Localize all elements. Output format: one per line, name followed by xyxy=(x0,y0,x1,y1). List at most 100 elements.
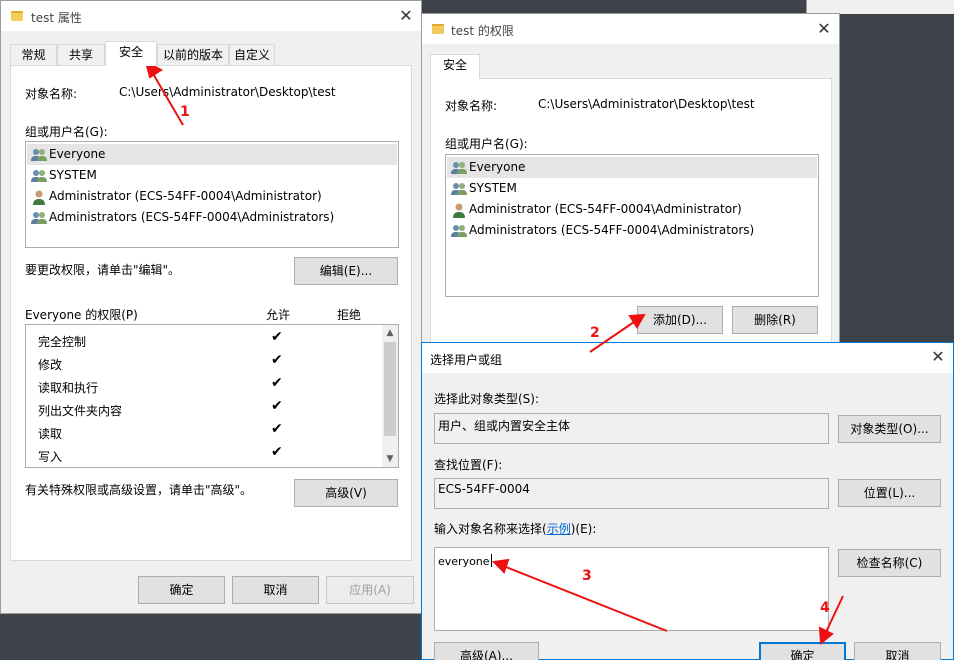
tab-sharing[interactable]: 共享 xyxy=(57,44,105,66)
annotation-number: 1 xyxy=(180,104,190,120)
properties-titlebar: test 属性 ✕ xyxy=(1,1,421,31)
check-icon: ✔ xyxy=(271,421,283,437)
deny-header: 拒绝 xyxy=(337,308,362,322)
user-list[interactable]: Everyone SYSTEM Administrator (ECS-54FF-… xyxy=(445,154,819,297)
close-icon[interactable]: ✕ xyxy=(931,349,945,365)
object-name-label: 对象名称: xyxy=(25,87,78,101)
permissions-list[interactable]: 完全控制 修改 读取和执行 列出文件夹内容 读取 写入 ✔ ✔ ✔ ✔ ✔ ✔ … xyxy=(25,324,399,468)
perms-security-panel: 对象名称: C:\Users\Administrator\Desktop\tes… xyxy=(430,78,832,348)
user-name: Administrators (ECS-54FF-0004\Administra… xyxy=(469,223,755,237)
object-name-value: C:\Users\Administrator\Desktop\test xyxy=(119,85,336,99)
list-item[interactable]: Administrators (ECS-54FF-0004\Administra… xyxy=(447,220,817,241)
users-group-icon xyxy=(31,149,47,161)
folder-icon xyxy=(11,11,23,21)
object-types-button[interactable]: 对象类型(O)... xyxy=(838,415,941,443)
group-label: 组或用户名(G): xyxy=(25,125,108,139)
users-group-icon xyxy=(451,162,467,174)
tab-custom[interactable]: 自定义 xyxy=(229,44,275,66)
list-item[interactable]: SYSTEM xyxy=(447,178,817,199)
user-name: Everyone xyxy=(469,160,526,174)
folder-icon xyxy=(432,24,444,34)
object-names-textarea[interactable]: everyone xyxy=(434,547,829,631)
select-titlebar: 选择用户或组 ✕ xyxy=(422,343,953,373)
user-name: Administrator (ECS-54FF-0004\Administrat… xyxy=(469,202,742,216)
select-users-dialog: 选择用户或组 ✕ 选择此对象类型(S): 用户、组或内置安全主体 对象类型(O)… xyxy=(421,342,954,660)
object-name-label: 对象名称: xyxy=(445,99,498,113)
tab-security[interactable]: 安全 xyxy=(430,54,480,79)
list-item[interactable]: Administrator (ECS-54FF-0004\Administrat… xyxy=(27,186,397,207)
permissions-titlebar: test 的权限 ✕ xyxy=(422,14,839,44)
object-names-label: 输入对象名称来选择(示例)(E): xyxy=(434,520,596,537)
users-group-icon xyxy=(451,225,467,237)
group-label: 组或用户名(G): xyxy=(445,137,528,151)
object-names-value: everyone xyxy=(438,555,490,568)
apply-button: 应用(A) xyxy=(326,576,414,604)
object-type-label: 选择此对象类型(S): xyxy=(434,392,540,406)
annotation-number: 2 xyxy=(590,325,600,341)
window-title: test 属性 xyxy=(31,11,82,25)
users-group-icon xyxy=(31,170,47,182)
dialog-title: 选择用户或组 xyxy=(430,353,503,367)
check-icon: ✔ xyxy=(271,375,283,391)
edit-hint: 要更改权限，请单击"编辑"。 xyxy=(25,263,181,277)
list-item[interactable]: Everyone xyxy=(447,157,817,178)
ok-button[interactable]: 确定 xyxy=(138,576,225,604)
permission-name: 列出文件夹内容 xyxy=(38,404,123,418)
location-label: 查找位置(F): xyxy=(434,458,503,472)
permissions-window: test 的权限 ✕ 安全 对象名称: C:\Users\Administrat… xyxy=(421,13,840,348)
background-window-edge xyxy=(806,0,954,14)
list-item[interactable]: SYSTEM xyxy=(27,165,397,186)
check-names-button[interactable]: 检查名称(C) xyxy=(838,549,941,577)
location-field: ECS-54FF-0004 xyxy=(434,478,829,509)
check-icon: ✔ xyxy=(271,444,283,460)
edit-button[interactable]: 编辑(E)... xyxy=(294,257,398,285)
permission-name: 读取 xyxy=(38,427,63,441)
user-name: Administrators (ECS-54FF-0004\Administra… xyxy=(49,210,335,224)
scroll-down-icon[interactable]: ▼ xyxy=(383,452,397,466)
cancel-button[interactable]: 取消 xyxy=(854,642,941,660)
user-list[interactable]: Everyone SYSTEM Administrator (ECS-54FF-… xyxy=(25,141,399,248)
list-item[interactable]: Everyone xyxy=(27,144,397,165)
user-icon xyxy=(33,190,45,205)
tab-security[interactable]: 安全 xyxy=(105,41,157,66)
permission-name: 写入 xyxy=(38,450,63,464)
examples-link[interactable]: 示例 xyxy=(547,522,571,536)
check-icon: ✔ xyxy=(271,329,283,345)
object-names-label-pre: 输入对象名称来选择( xyxy=(434,522,547,536)
users-group-icon xyxy=(451,183,467,195)
permission-name: 完全控制 xyxy=(38,335,87,349)
advanced-button[interactable]: 高级(V) xyxy=(294,479,398,507)
user-name: Everyone xyxy=(49,147,106,161)
close-icon[interactable]: ✕ xyxy=(399,8,413,24)
special-hint: 有关特殊权限或高级设置，请单击"高级"。 xyxy=(25,483,253,497)
close-icon[interactable]: ✕ xyxy=(817,21,831,37)
cancel-button[interactable]: 取消 xyxy=(232,576,319,604)
list-item[interactable]: Administrators (ECS-54FF-0004\Administra… xyxy=(27,207,397,228)
text-caret xyxy=(490,554,492,567)
list-item[interactable]: Administrator (ECS-54FF-0004\Administrat… xyxy=(447,199,817,220)
tab-previous-versions[interactable]: 以前的版本 xyxy=(157,44,229,66)
properties-window: test 属性 ✕ 常规 共享 安全 以前的版本 自定义 对象名称: C:\Us… xyxy=(0,0,422,614)
users-group-icon xyxy=(31,212,47,224)
user-name: SYSTEM xyxy=(49,168,97,182)
object-type-field: 用户、组或内置安全主体 xyxy=(434,413,829,444)
window-title: test 的权限 xyxy=(451,24,514,38)
object-name-value: C:\Users\Administrator\Desktop\test xyxy=(538,97,755,111)
tab-general[interactable]: 常规 xyxy=(10,44,57,66)
permission-name: 读取和执行 xyxy=(38,381,99,395)
locations-button[interactable]: 位置(L)... xyxy=(838,479,941,507)
allow-header: 允许 xyxy=(266,308,291,322)
ok-button[interactable]: 确定 xyxy=(759,642,846,660)
annotation-number: 4 xyxy=(820,600,830,616)
object-names-label-post: )(E): xyxy=(570,522,597,536)
permission-name: 修改 xyxy=(38,358,63,372)
permissions-scrollbar[interactable]: ▲ ▼ xyxy=(382,325,398,467)
advanced-button[interactable]: 高级(A)... xyxy=(434,642,539,660)
remove-button[interactable]: 删除(R) xyxy=(732,306,818,334)
scroll-up-icon[interactable]: ▲ xyxy=(383,326,397,340)
check-icon: ✔ xyxy=(271,352,283,368)
security-panel: 对象名称: C:\Users\Administrator\Desktop\tes… xyxy=(10,65,412,561)
add-button[interactable]: 添加(D)... xyxy=(637,306,723,334)
user-icon xyxy=(453,203,465,218)
scroll-thumb[interactable] xyxy=(384,342,396,436)
